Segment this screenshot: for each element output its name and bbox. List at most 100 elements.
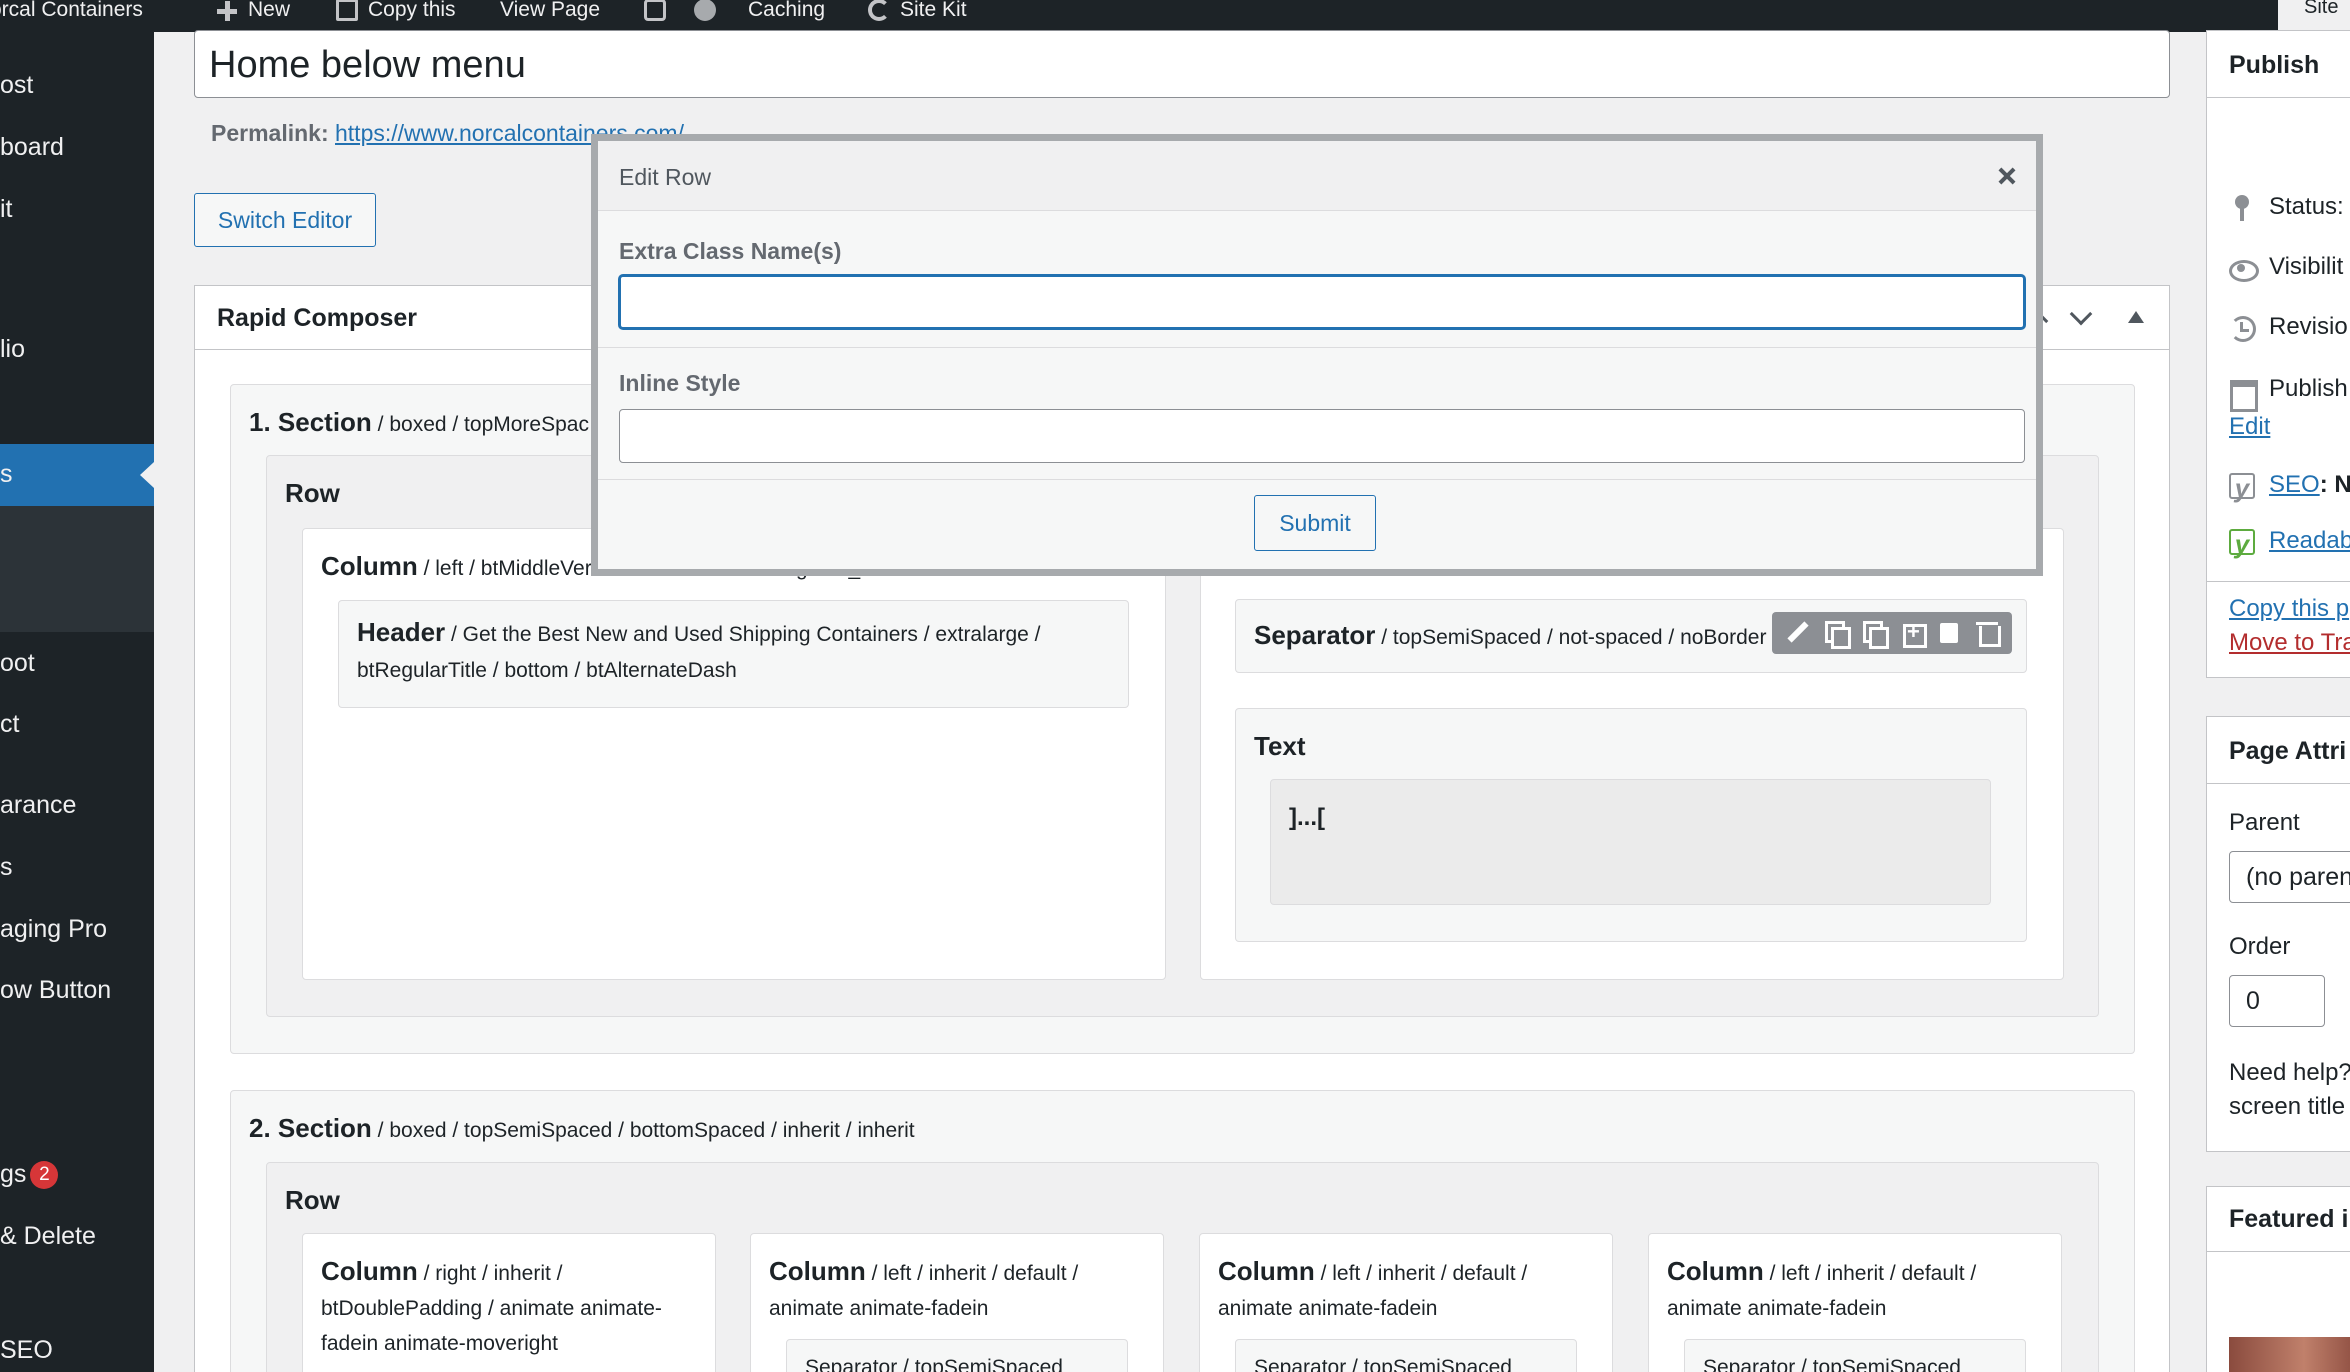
column-s2-2[interactable]: Column / left / inherit / default / anim… bbox=[750, 1233, 1164, 1372]
sidebar-item-label: ow Button bbox=[0, 976, 112, 1004]
admin-bar-view-page[interactable]: View Page bbox=[500, 0, 600, 26]
chevron-down-icon[interactable] bbox=[2065, 302, 2095, 332]
status-dot-icon bbox=[694, 0, 716, 21]
separator-peek-label: Separator / topSemiSpaced bbox=[805, 1356, 1063, 1372]
add-icon[interactable] bbox=[1899, 619, 1927, 648]
collapse-triangle-icon[interactable] bbox=[2121, 302, 2151, 332]
yoast-readability-icon: y bbox=[2229, 528, 2255, 557]
row-name: Row bbox=[285, 478, 340, 508]
inline-style-input[interactable] bbox=[619, 409, 2025, 463]
seo-score-dot[interactable] bbox=[694, 0, 716, 26]
copy-label: Copy this bbox=[368, 0, 456, 21]
move-to-trash-link[interactable]: Move to Tra bbox=[2229, 629, 2350, 657]
sidebar-item-posts[interactable]: ost bbox=[0, 70, 33, 100]
extra-class-input[interactable] bbox=[619, 275, 2025, 329]
admin-bar-site-tab[interactable]: Site bbox=[2278, 0, 2350, 32]
status-label: Status: bbox=[2269, 193, 2344, 220]
permalink-label: Permalink: bbox=[211, 120, 329, 146]
admin-bar-caching[interactable]: Caching bbox=[748, 0, 825, 26]
sidebar-item-contact[interactable]: ct bbox=[0, 709, 19, 739]
admin-bar-copy[interactable]: Copy this bbox=[336, 0, 456, 26]
sidebar-item-label: board bbox=[0, 133, 64, 161]
calendar-icon bbox=[2229, 377, 2258, 412]
caching-label: Caching bbox=[748, 0, 826, 21]
admin-bar: orcal Containers New Copy this View Page… bbox=[0, 0, 2350, 32]
duplicate-icon[interactable] bbox=[1823, 620, 1851, 649]
page-attributes-box: Page Attri Parent (no parent) Order 0 Ne… bbox=[2206, 716, 2350, 1152]
sidebar-item-duplicate-delete[interactable]: & Delete bbox=[0, 1221, 96, 1251]
order-input[interactable]: 0 bbox=[2229, 975, 2325, 1027]
sidebar-item-edit[interactable]: it bbox=[0, 194, 13, 224]
copy-icon[interactable] bbox=[1861, 620, 1889, 649]
sidebar-item-label: ost bbox=[0, 71, 34, 99]
sidebar-item-seo[interactable]: SEO bbox=[0, 1335, 53, 1365]
google-icon bbox=[868, 0, 890, 21]
column-s2-4[interactable]: Column / left / inherit / default / anim… bbox=[1648, 1233, 2062, 1372]
post-title-input[interactable]: Home below menu bbox=[194, 30, 2170, 98]
text-element-label: Text bbox=[1254, 729, 1306, 766]
sidebar-item-portfolio[interactable]: lio bbox=[0, 334, 25, 364]
published-label: Publish bbox=[2269, 375, 2348, 402]
separator-element[interactable]: Separator / topSemiSpaced bbox=[1235, 1339, 1577, 1372]
sidebar-item-dashboard[interactable]: board bbox=[0, 132, 64, 162]
header-element-label: Header / Get the Best New and Used Shipp… bbox=[357, 615, 1040, 652]
column-left[interactable]: Column / left / btMiddleVertical / btDou… bbox=[302, 528, 1166, 980]
modal-header: Edit Row bbox=[598, 141, 2036, 211]
separator-element[interactable]: Separator / topSemiSpaced bbox=[1684, 1339, 2026, 1372]
inline-style-label: Inline Style bbox=[619, 370, 741, 396]
sidebar-item-label: it bbox=[0, 195, 13, 223]
separator-element[interactable]: Separator / topSemiSpaced bbox=[786, 1339, 1128, 1372]
close-icon[interactable] bbox=[1992, 161, 2022, 191]
pencil-icon[interactable] bbox=[1785, 620, 1809, 646]
text-content: ]...[ bbox=[1289, 804, 1325, 831]
admin-bar-new[interactable]: New bbox=[216, 0, 290, 26]
sidebar-item-chatbot[interactable]: oot bbox=[0, 648, 35, 678]
column-label: Column / left / inherit / default / anim… bbox=[1218, 1254, 1598, 1326]
sidebar-item-active[interactable]: s bbox=[0, 444, 154, 506]
visibility-row: Visibilit bbox=[2229, 253, 2343, 282]
seo-link[interactable]: SEO bbox=[2269, 471, 2320, 498]
admin-sidebar: s ost board it lio oot ct arance s aging… bbox=[0, 32, 154, 1372]
yoast-admin-icon[interactable] bbox=[644, 0, 666, 26]
header-element[interactable]: Header / Get the Best New and Used Shipp… bbox=[338, 600, 1129, 708]
divider bbox=[2207, 581, 2350, 582]
order-label: Order bbox=[2229, 933, 2291, 960]
column-s2-1[interactable]: Column / right / inherit / btDoublePaddi… bbox=[302, 1233, 716, 1372]
seo-value: : N bbox=[2319, 471, 2350, 498]
switch-editor-button[interactable]: Switch Editor bbox=[194, 193, 376, 247]
row-name: Row bbox=[285, 1185, 340, 1215]
sidebar-item-plugins[interactable]: s bbox=[0, 852, 13, 882]
sidebar-item-settings[interactable]: gs 2 bbox=[0, 1159, 59, 1190]
eye-icon bbox=[2229, 255, 2259, 282]
edit-date-link[interactable]: Edit bbox=[2229, 413, 2270, 441]
sidebar-item-staging-pro[interactable]: aging Pro bbox=[0, 914, 107, 944]
column-label: Column / left / inherit / default / anim… bbox=[769, 1254, 1149, 1326]
column-name: Column bbox=[321, 551, 418, 581]
element-meta-line2: btRegularTitle / bottom / btAlternateDas… bbox=[357, 659, 737, 682]
revisions-row: Revisio bbox=[2229, 313, 2348, 342]
readability-row: y Readab bbox=[2229, 527, 2350, 557]
trash-icon[interactable] bbox=[1975, 620, 2001, 647]
column-name: Column bbox=[1218, 1256, 1315, 1286]
section-meta: / boxed / topMoreSpac bbox=[371, 413, 589, 436]
submit-button[interactable]: Submit bbox=[1254, 495, 1376, 551]
parent-select[interactable]: (no parent) bbox=[2229, 851, 2350, 903]
admin-bar-site-kit[interactable]: Site Kit bbox=[868, 0, 967, 26]
edit-row-modal: Edit Row Extra Class Name(s) Inline Styl… bbox=[591, 134, 2043, 576]
element-toolbar bbox=[1772, 612, 2012, 654]
sidebar-item-label: gs bbox=[0, 1160, 27, 1188]
featured-image-thumbnail[interactable] bbox=[2229, 1337, 2350, 1372]
text-preview[interactable]: ]...[ bbox=[1270, 779, 1991, 905]
column-s2-3[interactable]: Column / left / inherit / default / anim… bbox=[1199, 1233, 1613, 1372]
column-label: Column / right / inherit / btDoublePaddi… bbox=[321, 1254, 701, 1361]
status-row: Status: bbox=[2229, 193, 2344, 221]
divider bbox=[598, 347, 2036, 348]
copy-new-draft-link[interactable]: Copy this p bbox=[2229, 595, 2349, 623]
readability-link[interactable]: Readab bbox=[2269, 527, 2350, 554]
admin-bar-site-name[interactable]: orcal Containers bbox=[0, 0, 143, 26]
sidebar-item-appearance[interactable]: arance bbox=[0, 790, 76, 820]
publish-title: Publish bbox=[2229, 51, 2320, 79]
section-meta: / boxed / topSemiSpaced / bottomSpaced /… bbox=[371, 1119, 915, 1142]
paste-icon[interactable] bbox=[1937, 620, 1961, 646]
sidebar-item-follow-button[interactable]: ow Button bbox=[0, 975, 111, 1005]
